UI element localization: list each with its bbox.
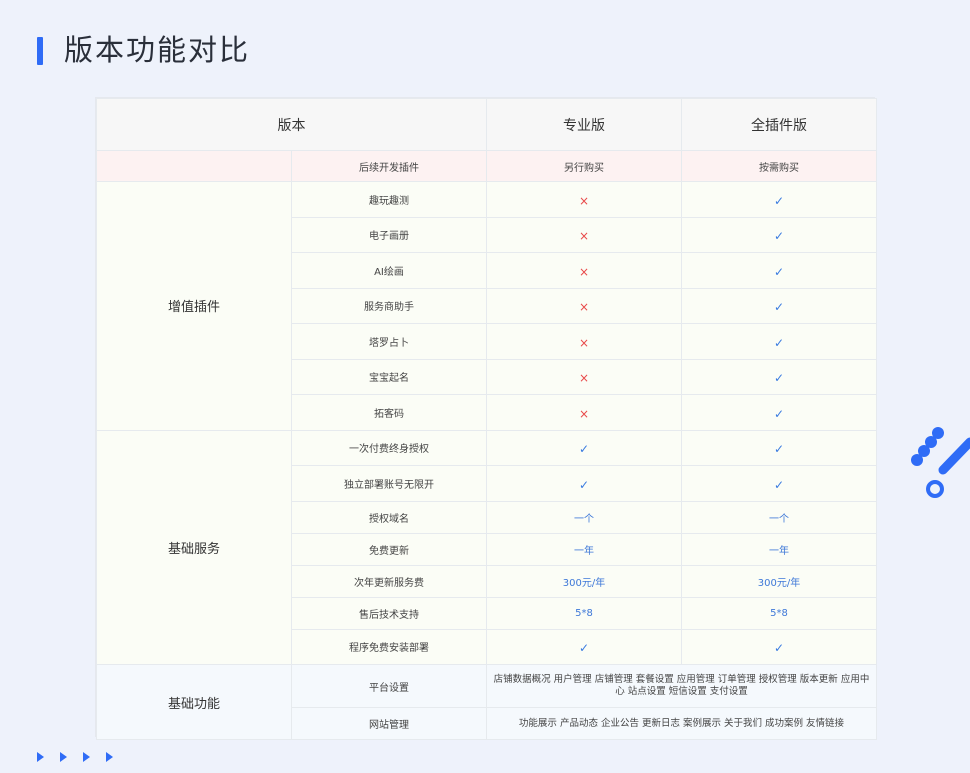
triangle-icon: [60, 752, 68, 762]
check-icon: ✓: [773, 371, 785, 386]
table-header-row: 版本 专业版 全插件版: [96, 98, 877, 151]
pro-value: 5*8: [486, 596, 682, 630]
check-icon: ✓: [773, 406, 785, 421]
feature-label: AI绘画: [291, 252, 487, 289]
header-version: 版本: [96, 98, 487, 151]
empty-cell: [96, 150, 292, 182]
full-value: 按需购买: [681, 150, 877, 182]
pro-value: 另行购买: [486, 150, 682, 182]
check-icon: ✓: [773, 193, 785, 208]
check-icon: ✓: [578, 442, 590, 457]
table-row: 基础服务 一次付费终身授权 ✓ ✓: [96, 429, 877, 665]
check-icon: ✓: [773, 335, 785, 350]
feature-label: 电子画册: [291, 216, 487, 253]
check-icon: ✓: [773, 477, 785, 492]
header-pro: 专业版: [486, 98, 682, 151]
feature-label: 拓客码: [291, 394, 487, 431]
header-full: 全插件版: [681, 98, 877, 151]
full-value: 300元/年: [681, 564, 877, 598]
triangle-icon: [83, 752, 91, 762]
feature-label: 独立部署账号无限开: [291, 465, 487, 502]
table-row: 后续开发插件 另行购买 按需购买: [96, 150, 877, 182]
cross-icon: ×: [578, 264, 590, 279]
cross-icon: ×: [578, 300, 590, 315]
feature-label: 一次付费终身授权: [291, 429, 487, 466]
check-icon: ✓: [578, 641, 590, 656]
arrow-decoration: [37, 747, 124, 766]
feature-label: 趣玩趣测: [291, 181, 487, 218]
category-basic-functions: 基础功能: [96, 664, 292, 740]
table-row: 基础功能 平台设置 店铺数据概况 用户管理 店铺管理 套餐设置 应用管理 订单管…: [96, 664, 877, 740]
check-icon: ✓: [773, 442, 785, 457]
full-value: 5*8: [681, 596, 877, 630]
feature-label: 售后技术支持: [291, 596, 487, 630]
triangle-icon: [106, 752, 114, 762]
triangle-icon: [37, 752, 44, 762]
corner-decoration: [911, 427, 970, 498]
check-icon: ✓: [773, 300, 785, 315]
check-icon: ✓: [578, 477, 590, 492]
category-basic-services: 基础服务: [96, 429, 292, 665]
title-accent-bar: [37, 37, 43, 65]
feature-label: 服务商助手: [291, 287, 487, 324]
table-row: 增值插件 趣玩趣测 × ✓: [96, 181, 877, 431]
check-icon: ✓: [773, 641, 785, 656]
page-title: 版本功能对比: [64, 33, 251, 67]
category-value-added-plugins: 增值插件: [96, 181, 292, 431]
cross-icon: ×: [578, 335, 590, 350]
pro-value: 一年: [486, 532, 682, 566]
feature-label: 授权域名: [291, 500, 487, 534]
comparison-table: 版本 专业版 全插件版 后续开发插件 另行购买 按需购买 增值插件 趣玩趣测 ×…: [95, 97, 877, 740]
feature-label: 塔罗占卜: [291, 323, 487, 360]
full-value: 一年: [681, 532, 877, 566]
cross-icon: ×: [578, 406, 590, 421]
cross-icon: ×: [578, 229, 590, 244]
feature-list: 店铺数据概况 用户管理 店铺管理 套餐设置 应用管理 订单管理 授权管理 版本更…: [486, 664, 877, 708]
feature-label: 平台设置: [291, 664, 487, 708]
full-value: 一个: [681, 500, 877, 534]
feature-label: 宝宝起名: [291, 358, 487, 395]
feature-list: 功能展示 产品动态 企业公告 更新日志 案例展示 关于我们 成功案例 友情链接: [486, 707, 877, 740]
cross-icon: ×: [578, 371, 590, 386]
feature-label: 免费更新: [291, 532, 487, 566]
feature-label: 后续开发插件: [291, 150, 487, 182]
feature-label: 程序免费安装部署: [291, 628, 487, 665]
check-icon: ✓: [773, 229, 785, 244]
check-icon: ✓: [773, 264, 785, 279]
pro-value: 300元/年: [486, 564, 682, 598]
cross-icon: ×: [578, 193, 590, 208]
feature-label: 网站管理: [291, 707, 487, 740]
feature-label: 次年更新服务费: [291, 564, 487, 598]
pro-value: 一个: [486, 500, 682, 534]
